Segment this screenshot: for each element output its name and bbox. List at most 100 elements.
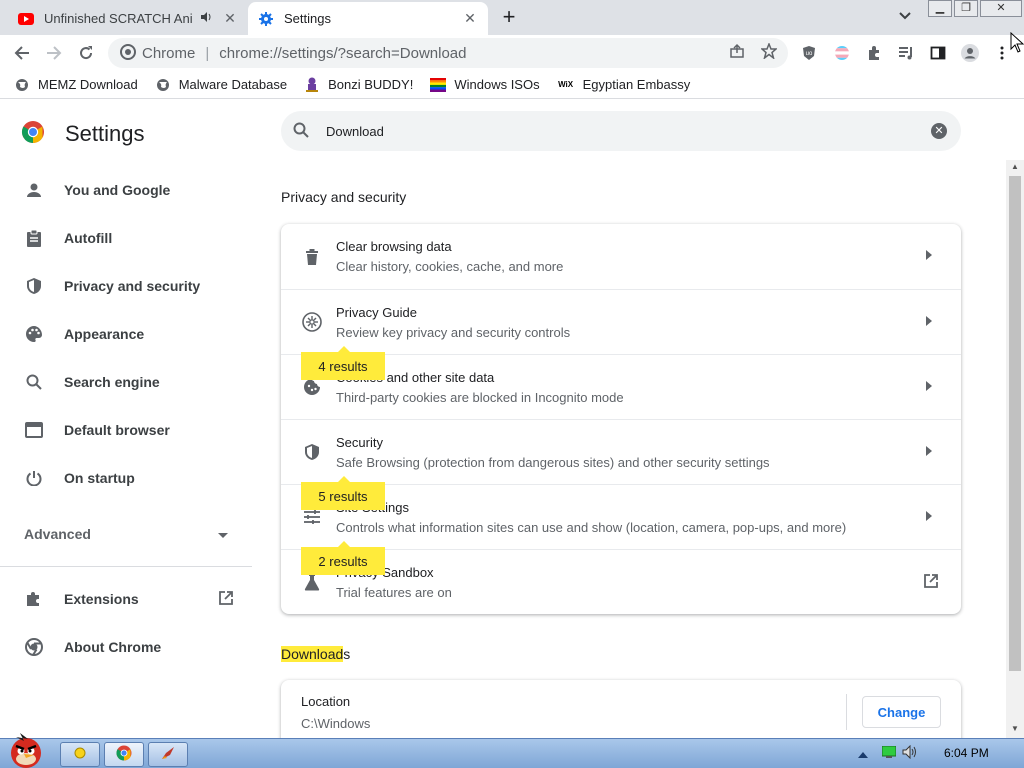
browser-icon [24, 420, 44, 440]
url-text[interactable]: chrome://settings/?search=Download [219, 45, 466, 62]
bonzi-icon [304, 77, 320, 93]
row-label: Privacy Sandbox [336, 564, 434, 580]
address-bar[interactable]: Chrome | chrome://settings/?search=Downl… [108, 38, 788, 68]
sidebar-item-label: Default browser [64, 422, 170, 438]
row-privacy-guide[interactable]: Privacy Guide Review key privacy and sec… [281, 289, 961, 354]
sidebar-item-extensions[interactable]: Extensions [0, 575, 252, 623]
arrow-right-icon [921, 510, 937, 524]
volume-icon[interactable] [902, 744, 918, 762]
taskbar-chrome-button[interactable] [104, 742, 144, 767]
bookmark-egyptian-embassy[interactable]: WiX Egyptian Embassy [557, 77, 690, 93]
row-site-settings[interactable]: 5 results Site Settings Controls what in… [281, 476, 961, 549]
tab-youtube[interactable]: Unfinished SCRATCH Anim ✕ [8, 2, 248, 35]
restore-button[interactable]: ❐ [954, 0, 978, 17]
sidebar-item-privacy-and-security[interactable]: Privacy and security [0, 262, 252, 310]
share-icon[interactable] [728, 42, 746, 60]
sidebar-item-on-startup[interactable]: On startup [0, 454, 252, 502]
row-cookies[interactable]: 4 results Cookies and other site data Th… [281, 346, 961, 419]
window-controls: ▁ ❐ ✕ [928, 0, 1024, 17]
youtube-icon [18, 11, 34, 27]
row-label: Privacy Guide [336, 304, 417, 320]
new-tab-button[interactable]: + [496, 6, 522, 30]
extensions-puzzle-icon[interactable] [865, 44, 883, 62]
search-results-bubble: 5 results [301, 476, 385, 510]
settings-header: Settings [21, 120, 145, 147]
side-panel-icon[interactable] [929, 44, 947, 62]
taskbar-explorer-button[interactable] [60, 742, 100, 767]
puzzle-icon [24, 589, 44, 609]
angry-bird-start-button[interactable] [4, 729, 50, 768]
sidebar-divider [0, 566, 252, 567]
sidebar-item-default-browser[interactable]: Default browser [0, 406, 252, 454]
palette-icon [24, 324, 44, 344]
page-scrollbar[interactable]: ▲ ▼ [1006, 160, 1024, 738]
sidebar-item-autofill[interactable]: Autofill [0, 214, 252, 262]
media-control-icon[interactable] [897, 44, 915, 62]
speaker-icon[interactable] [200, 11, 214, 26]
row-label: Site Settings [336, 499, 409, 515]
window-close-button[interactable]: ✕ [980, 0, 1022, 17]
sidebar-item-label: Appearance [64, 326, 145, 342]
settings-page: Settings ✕ You and Google Autofill Priva… [0, 100, 1024, 738]
bookmark-memz-download[interactable]: MEMZ Download [14, 77, 138, 93]
row-label: Location [301, 694, 351, 709]
page-title: Settings [65, 120, 145, 146]
change-location-button[interactable]: Change [862, 696, 941, 728]
back-arrow-icon[interactable] [10, 41, 34, 65]
pride-flag-icon [430, 77, 447, 93]
bookmark-bonzi-buddy[interactable]: Bonzi BUDDY! [304, 77, 413, 93]
bookmark-windows-isos[interactable]: Windows ISOs [430, 77, 540, 93]
settings-search-input[interactable] [326, 123, 906, 139]
sidebar-item-appearance[interactable]: Appearance [0, 310, 252, 358]
close-tab-icon[interactable]: ✕ [222, 10, 238, 27]
tray-arrow-icon[interactable] [858, 746, 868, 761]
clear-search-icon[interactable]: ✕ [931, 123, 947, 139]
search-icon [24, 372, 44, 392]
reload-icon[interactable] [74, 41, 98, 65]
bookmark-star-icon[interactable] [760, 42, 778, 60]
scrollbar-thumb[interactable] [1009, 176, 1021, 671]
trans-flag-extension-icon[interactable] [833, 44, 851, 62]
settings-search-bar[interactable]: ✕ [281, 111, 961, 151]
chrome-menu-icon[interactable] [993, 44, 1011, 62]
taskbar-clock[interactable]: 6:04 PM [944, 746, 989, 760]
close-tab-icon[interactable]: ✕ [462, 10, 478, 27]
scroll-up-arrow-icon[interactable]: ▲ [1010, 162, 1020, 171]
privacy-guide-icon [300, 310, 324, 334]
minimize-button[interactable]: ▁ [928, 0, 952, 17]
row-security[interactable]: Security Safe Browsing (protection from … [281, 419, 961, 484]
sidebar-item-label: Advanced [24, 526, 91, 542]
shield-icon [24, 276, 44, 296]
url-separator: | [205, 44, 210, 62]
sidebar-item-about-chrome[interactable]: About Chrome [0, 623, 252, 671]
settings-gear-icon [258, 11, 274, 27]
person-icon [24, 180, 44, 200]
settings-sidebar: You and Google Autofill Privacy and secu… [0, 166, 252, 671]
power-icon [24, 468, 44, 488]
sidebar-item-you-and-google[interactable]: You and Google [0, 166, 252, 214]
sidebar-item-advanced[interactable]: Advanced [0, 510, 252, 558]
row-divider [846, 694, 847, 730]
scroll-down-arrow-icon[interactable]: ▼ [1010, 724, 1020, 733]
sidebar-item-label: You and Google [64, 182, 171, 198]
row-privacy-sandbox[interactable]: 2 results Privacy Sandbox Trial features… [281, 541, 961, 614]
row-clear-browsing-data[interactable]: Clear browsing data Clear history, cooki… [281, 224, 961, 289]
row-sublabel: Safe Browsing (protection from dangerous… [336, 454, 770, 470]
browser-toolbar: Chrome | chrome://settings/?search=Downl… [0, 35, 1024, 71]
ublock-icon[interactable]: uo [800, 44, 818, 62]
site-label: Chrome [142, 44, 196, 62]
sidebar-item-search-engine[interactable]: Search engine [0, 358, 252, 406]
tab-search-chevron-icon[interactable] [895, 9, 915, 27]
open-in-new-icon [218, 590, 234, 609]
dropdown-arrow-icon [218, 526, 228, 542]
sidebar-item-label: Autofill [64, 230, 113, 246]
mouse-cursor-icon [1010, 31, 1024, 57]
bookmarks-bar: MEMZ Download Malware Database Bonzi BUD… [0, 71, 1024, 99]
network-icon[interactable] [881, 745, 897, 761]
forward-arrow-icon[interactable] [42, 41, 66, 65]
profile-avatar-icon[interactable] [961, 44, 979, 62]
tab-settings[interactable]: Settings ✕ [248, 2, 488, 35]
taskbar-app-button[interactable] [148, 742, 188, 767]
svg-text:uo: uo [806, 51, 813, 57]
bookmark-malware-database[interactable]: Malware Database [155, 77, 287, 93]
